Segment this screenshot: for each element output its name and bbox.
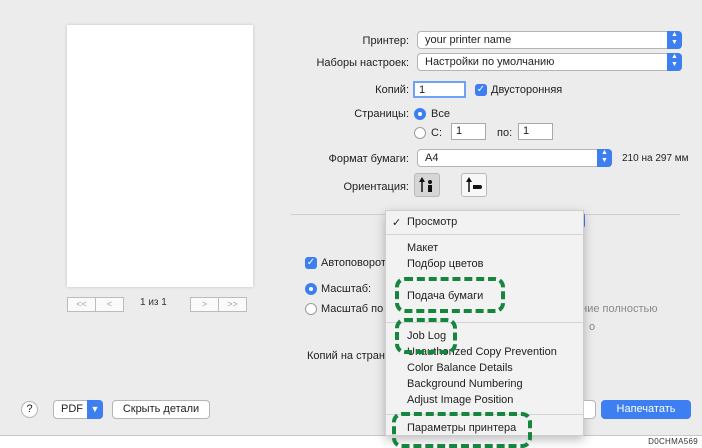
landscape-orientation-icon bbox=[466, 177, 482, 192]
paper-dimensions: 210 на 297 мм bbox=[622, 153, 689, 164]
scale-fit-label: Масштаб по bbox=[321, 303, 384, 315]
portrait-orientation-button[interactable] bbox=[414, 173, 440, 197]
checkmark-icon: ✓ bbox=[392, 217, 402, 229]
print-button[interactable]: Напечатать bbox=[601, 400, 691, 419]
highlight-printer-settings bbox=[392, 412, 532, 448]
page-indicator: 1 из 1 bbox=[140, 297, 167, 308]
menu-item-background-numbering[interactable]: Background Numbering bbox=[407, 378, 523, 390]
last-page-button[interactable]: >> bbox=[219, 297, 247, 312]
orientation-label: Ориентация: bbox=[343, 181, 409, 193]
fit-hint-text: ение полностью bbox=[575, 303, 658, 315]
print-dialog: << < 1 из 1 > >> Принтер: your printer n… bbox=[0, 0, 702, 448]
pages-range-radio[interactable] bbox=[414, 127, 426, 139]
portrait-orientation-icon bbox=[419, 177, 432, 192]
menu-separator bbox=[386, 234, 583, 235]
menu-item-color-balance-details[interactable]: Color Balance Details bbox=[407, 362, 513, 374]
updown-arrows-icon: ▲ ▼ bbox=[597, 149, 612, 167]
paper-size-select[interactable]: A4 ▲ ▼ bbox=[417, 149, 612, 167]
pager-forward-group: > >> bbox=[190, 297, 247, 312]
printer-value: your printer name bbox=[425, 34, 512, 46]
menu-item-layout[interactable]: Макет bbox=[407, 242, 438, 254]
pages-to-label: по: bbox=[497, 127, 513, 139]
chevron-down-icon: ▼ bbox=[87, 400, 103, 419]
pages-label: Страницы: bbox=[354, 108, 409, 120]
duplex-label: Двусторонняя bbox=[491, 84, 563, 96]
page-preview bbox=[67, 25, 253, 287]
hide-details-button[interactable]: Скрыть детали bbox=[112, 400, 210, 419]
pdf-menu-button[interactable]: PDF ▼ bbox=[53, 400, 103, 419]
updown-arrows-icon: ▲ ▼ bbox=[667, 31, 682, 49]
copies-field[interactable]: 1 bbox=[413, 81, 466, 98]
scale-radio[interactable] bbox=[305, 283, 317, 295]
highlight-job-log bbox=[395, 318, 457, 354]
copies-per-page-label: Копий на стран bbox=[307, 350, 385, 362]
figure-code: D0CHMA569 bbox=[648, 437, 698, 446]
pages-from-label: С: bbox=[431, 127, 442, 139]
presets-label: Наборы настроек: bbox=[316, 57, 409, 69]
pages-to-field[interactable]: 1 bbox=[518, 123, 553, 140]
auto-rotate-label: Автоповорот bbox=[321, 257, 386, 269]
scale-label: Масштаб: bbox=[321, 283, 372, 295]
presets-select[interactable]: Настройки по умолчанию ▲ ▼ bbox=[417, 53, 682, 71]
pages-all-radio[interactable] bbox=[414, 108, 426, 120]
pages-from-field[interactable]: 1 bbox=[451, 123, 486, 140]
help-button[interactable]: ? bbox=[21, 401, 38, 418]
menu-item-color-matching[interactable]: Подбор цветов bbox=[407, 258, 483, 270]
next-page-button[interactable]: > bbox=[190, 297, 219, 312]
printer-label: Принтер: bbox=[362, 35, 409, 47]
cancel-button-edge[interactable] bbox=[584, 400, 596, 419]
auto-rotate-checkbox[interactable]: ✓ bbox=[305, 257, 317, 269]
presets-value: Настройки по умолчанию bbox=[425, 56, 555, 68]
first-page-button[interactable]: << bbox=[67, 297, 96, 312]
duplex-checkbox[interactable]: ✓ bbox=[475, 84, 487, 96]
menu-item-adjust-image-position[interactable]: Adjust Image Position bbox=[407, 394, 513, 406]
prev-page-button[interactable]: < bbox=[96, 297, 124, 312]
pager-back-group: << < bbox=[67, 297, 124, 312]
landscape-orientation-button[interactable] bbox=[461, 173, 487, 197]
highlight-paper-feed bbox=[395, 277, 505, 313]
updown-arrows-icon: ▲ ▼ bbox=[667, 53, 682, 71]
scale-fit-radio[interactable] bbox=[305, 303, 317, 315]
copies-label: Копий: bbox=[375, 84, 409, 96]
printer-select[interactable]: your printer name ▲ ▼ bbox=[417, 31, 682, 49]
menu-item-preview[interactable]: Просмотр bbox=[407, 216, 457, 228]
pages-all-label: Все bbox=[431, 108, 450, 120]
pdf-label: PDF bbox=[61, 403, 83, 415]
paper-size-value: A4 bbox=[425, 152, 439, 164]
paper-size-label: Формат бумаги: bbox=[328, 153, 409, 165]
fit-hint-text-2: о bbox=[589, 321, 596, 333]
